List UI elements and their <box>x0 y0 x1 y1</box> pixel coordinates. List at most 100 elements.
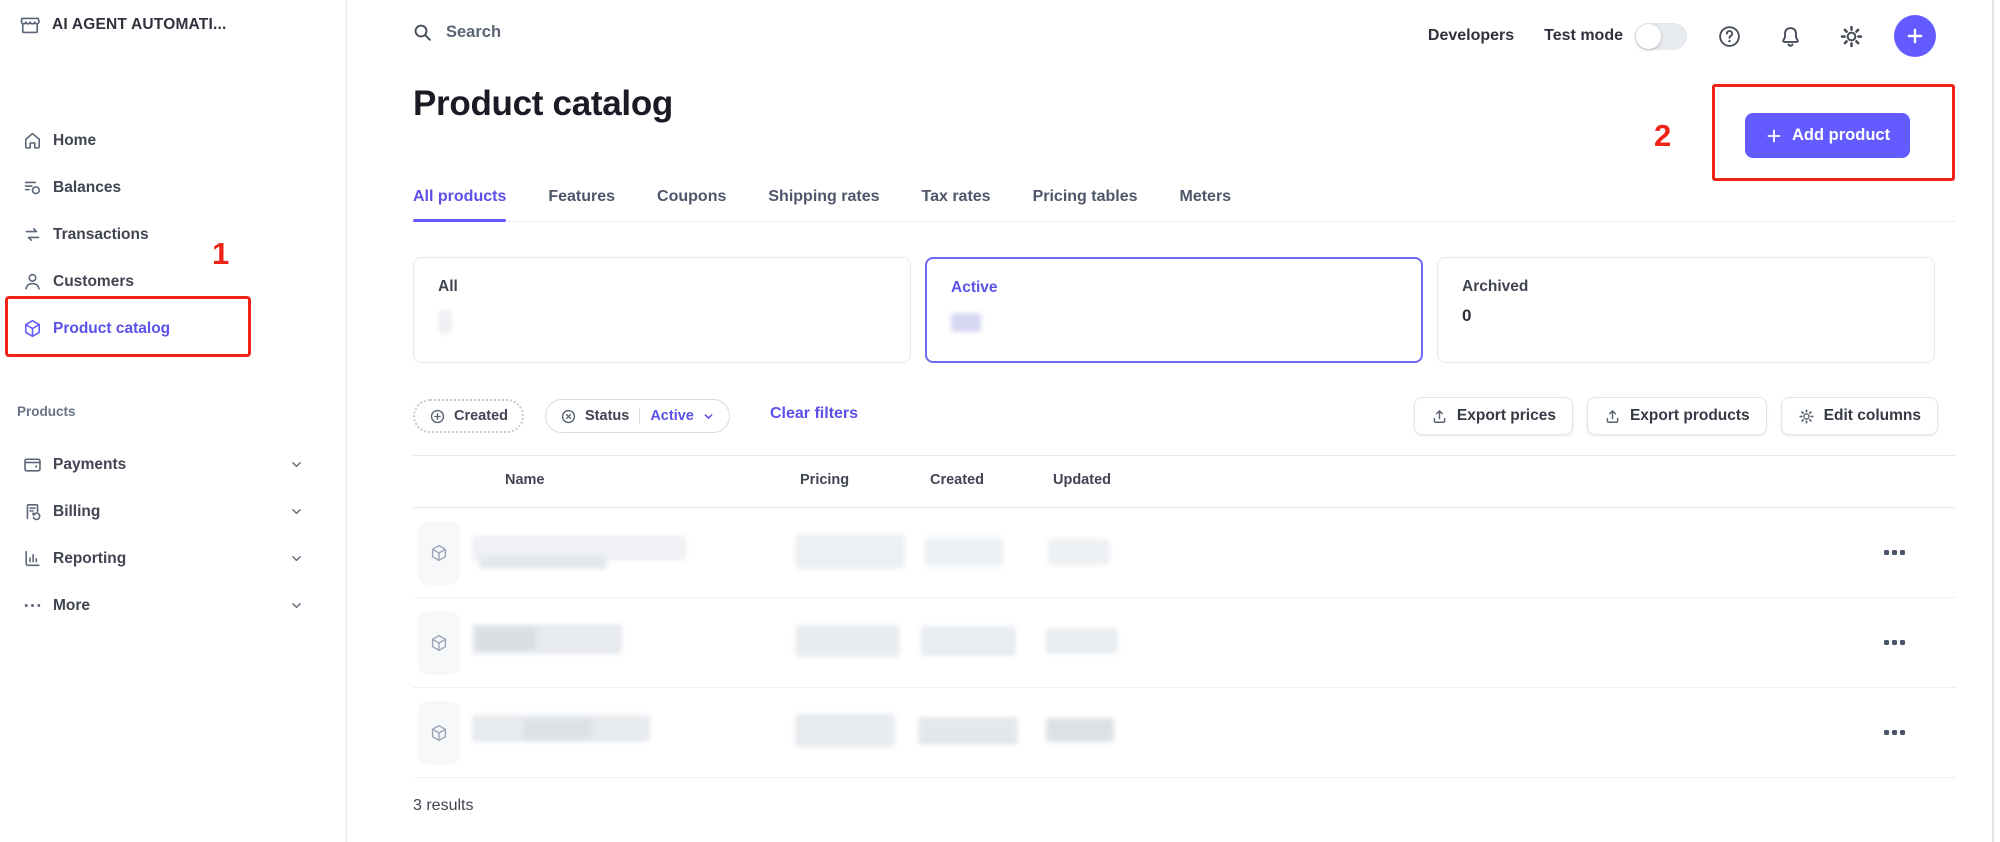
redacted-value <box>951 313 981 332</box>
product-catalog-icon <box>22 318 43 339</box>
sidebar-item-label: Payments <box>53 456 126 474</box>
transactions-icon <box>22 224 43 245</box>
sidebar-item-payments[interactable]: Payments <box>0 441 346 488</box>
test-mode-toggle[interactable] <box>1635 23 1687 50</box>
column-header-updated: Updated <box>1053 472 1111 488</box>
sidebar-item-label: More <box>53 597 90 615</box>
search-input[interactable]: Search <box>412 22 1012 43</box>
package-icon <box>418 611 460 675</box>
gear-icon <box>1798 408 1815 425</box>
sidebar-item-label: Customers <box>53 273 134 291</box>
plus-icon <box>1765 127 1783 145</box>
export-prices-button[interactable]: Export prices <box>1414 397 1573 435</box>
summary-card-archived[interactable]: Archived 0 <box>1437 257 1935 363</box>
sidebar-item-label: Billing <box>53 503 100 521</box>
tab-features[interactable]: Features <box>548 188 615 221</box>
customers-icon <box>22 271 43 292</box>
topbar-right: Developers Test mode <box>1428 12 1936 60</box>
sidebar-item-label: Transactions <box>53 226 149 244</box>
topbar-icons <box>1717 24 1864 49</box>
test-mode-group: Test mode <box>1544 23 1687 50</box>
card-label: Active <box>951 279 998 297</box>
sidebar-item-customers[interactable]: Customers <box>0 258 346 305</box>
tab-shipping-rates[interactable]: Shipping rates <box>768 188 879 221</box>
table-row[interactable] <box>413 688 1956 778</box>
summary-card-all[interactable]: All <box>413 257 911 363</box>
annotation-step-1: 1 <box>212 236 229 272</box>
add-product-label: Add product <box>1792 126 1890 145</box>
card-label: All <box>438 278 458 296</box>
redacted-text <box>795 534 905 569</box>
tab-all-products[interactable]: All products <box>413 188 506 221</box>
x-circle-icon <box>560 408 577 425</box>
row-actions-ellipsis[interactable] <box>1884 730 1905 735</box>
redacted-text <box>1048 539 1110 565</box>
tab-pricing-tables[interactable]: Pricing tables <box>1033 188 1138 221</box>
plus-icon <box>1904 25 1926 47</box>
home-icon <box>22 130 43 151</box>
edit-columns-label: Edit columns <box>1824 407 1921 425</box>
summary-card-active[interactable]: Active <box>925 257 1423 363</box>
chevron-down-icon <box>289 551 304 566</box>
bell-icon[interactable] <box>1778 24 1803 49</box>
redacted-text <box>523 719 593 739</box>
export-products-label: Export products <box>1630 407 1750 425</box>
redacted-text <box>479 556 607 569</box>
storefront-icon <box>19 14 41 36</box>
table-actions: Export prices Export products Edit colum… <box>1414 397 1938 435</box>
table-row[interactable] <box>413 598 1956 688</box>
row-actions-ellipsis[interactable] <box>1884 640 1905 645</box>
filter-created-label: Created <box>454 408 508 424</box>
clear-filters-link[interactable]: Clear filters <box>770 405 858 423</box>
search-placeholder: Search <box>446 23 501 42</box>
results-count: 3 results <box>413 797 473 815</box>
tab-tax-rates[interactable]: Tax rates <box>922 188 991 221</box>
chevron-down-icon <box>289 598 304 613</box>
card-label: Archived <box>1462 278 1528 296</box>
card-value: 0 <box>1462 306 1471 326</box>
help-icon[interactable] <box>1717 24 1742 49</box>
more-icon <box>22 595 43 616</box>
business-switcher[interactable]: AI AGENT AUTOMATI... <box>19 14 227 36</box>
sidebar-item-home[interactable]: Home <box>0 117 346 164</box>
sidebar: AI AGENT AUTOMATI... Home Balances Trans… <box>0 0 347 842</box>
stripe-dashboard: AI AGENT AUTOMATI... Home Balances Trans… <box>0 0 2000 842</box>
table-header: Name Pricing Created Updated <box>413 455 1956 508</box>
plus-circle-icon <box>429 408 446 425</box>
export-icon <box>1604 408 1621 425</box>
payments-icon <box>22 454 43 475</box>
filter-status-label: Status <box>585 408 629 424</box>
row-actions-ellipsis[interactable] <box>1884 550 1905 555</box>
export-products-button[interactable]: Export products <box>1587 397 1767 435</box>
sidebar-item-transactions[interactable]: Transactions <box>0 211 346 258</box>
column-header-pricing: Pricing <box>800 472 849 488</box>
reporting-icon <box>22 548 43 569</box>
tab-coupons[interactable]: Coupons <box>657 188 726 221</box>
divider <box>639 408 640 424</box>
sidebar-item-reporting[interactable]: Reporting <box>0 535 346 582</box>
gear-icon[interactable] <box>1839 24 1864 49</box>
table-row[interactable] <box>413 508 1956 598</box>
sidebar-item-product-catalog[interactable]: Product catalog <box>0 305 346 352</box>
tab-meters[interactable]: Meters <box>1180 188 1232 221</box>
sidebar-item-label: Reporting <box>53 550 126 568</box>
export-icon <box>1431 408 1448 425</box>
toggle-knob <box>1636 24 1661 49</box>
developers-link[interactable]: Developers <box>1428 27 1514 45</box>
add-product-button[interactable]: Add product <box>1745 113 1910 158</box>
sidebar-item-more[interactable]: More <box>0 582 346 629</box>
sidebar-item-billing[interactable]: Billing <box>0 488 346 535</box>
redacted-text <box>1046 718 1114 742</box>
filter-created-pill[interactable]: Created <box>413 399 524 433</box>
filter-status-pill[interactable]: Status Active <box>545 399 730 433</box>
sidebar-products-nav: Payments Billing Reporting More <box>0 441 346 629</box>
redacted-text <box>476 628 536 650</box>
sidebar-item-balances[interactable]: Balances <box>0 164 346 211</box>
business-name: AI AGENT AUTOMATI... <box>52 16 227 34</box>
package-icon <box>418 521 460 585</box>
sidebar-item-label: Home <box>53 132 96 150</box>
edit-columns-button[interactable]: Edit columns <box>1781 397 1938 435</box>
search-icon <box>412 22 433 43</box>
create-menu-button[interactable] <box>1894 15 1936 57</box>
sidebar-item-label: Balances <box>53 179 121 197</box>
